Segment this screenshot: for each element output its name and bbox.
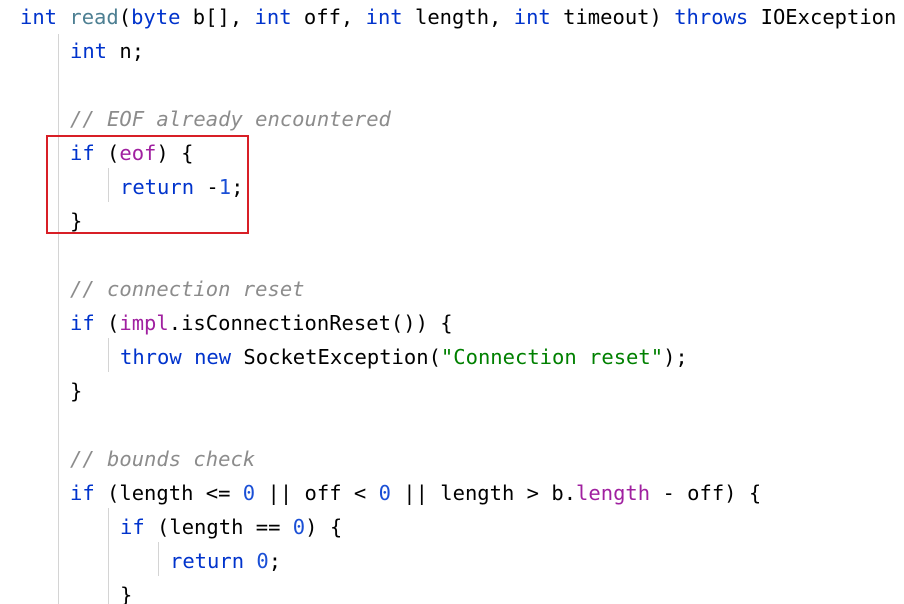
code-token: .isConnectionReset()) { (168, 311, 453, 335)
code-token: } (120, 583, 133, 604)
code-token: if (120, 515, 145, 539)
code-token: int (254, 5, 292, 29)
code-token: 0 (242, 481, 256, 505)
code-token: 0 (292, 515, 306, 539)
code-line[interactable]: if (eof) { (70, 136, 193, 170)
code-token: read (69, 5, 119, 29)
code-token: ( (94, 141, 120, 165)
code-token: (length == (144, 515, 293, 539)
code-line[interactable]: if (impl.isConnectionReset()) { (70, 306, 453, 340)
indent-guide (108, 338, 109, 372)
code-line[interactable]: throw new SocketException("Connection re… (120, 340, 688, 374)
code-token: off, (291, 5, 366, 29)
code-line[interactable]: if (length == 0) { (120, 510, 342, 544)
code-token: "Connection reset" (440, 345, 664, 369)
code-token: if (70, 481, 95, 505)
code-token: ; (231, 175, 244, 199)
code-token: ) { (156, 141, 194, 165)
code-token: length, (402, 5, 514, 29)
code-token: throw (120, 345, 182, 369)
code-token: byte (131, 5, 181, 29)
code-token: - off) { (650, 481, 762, 505)
code-line[interactable]: int read(byte b[], int off, int length, … (20, 0, 904, 34)
code-token: b[], (180, 5, 255, 29)
code-token: int (70, 39, 108, 63)
indent-guide (108, 508, 109, 604)
code-token: return (170, 549, 245, 573)
code-token: IOException { (748, 5, 904, 29)
code-line[interactable]: // connection reset (70, 272, 305, 306)
code-token: length (576, 481, 651, 505)
code-token: } (70, 209, 83, 233)
code-token: } (70, 379, 83, 403)
code-token: ; (268, 549, 282, 573)
indent-guide (108, 168, 109, 202)
code-token: 0 (256, 549, 269, 573)
code-token: n; (107, 39, 145, 63)
code-token: (length <= (94, 481, 243, 505)
code-token: impl (119, 311, 169, 335)
code-token: // bounds check (70, 447, 256, 471)
code-token: return (120, 175, 195, 199)
code-line[interactable]: return 0; (170, 544, 281, 578)
code-token: throws (674, 5, 749, 29)
code-line[interactable]: } (70, 374, 82, 408)
code-token: ); (663, 345, 688, 369)
code-token: int (513, 5, 551, 29)
code-token: eof (119, 141, 157, 165)
code-token: int (20, 5, 58, 29)
code-token: // connection reset (70, 277, 305, 301)
code-line[interactable]: // EOF already encountered (70, 102, 391, 136)
code-token: ) { (305, 515, 343, 539)
code-token: ( (94, 311, 120, 335)
code-token: || length > b. (390, 481, 577, 505)
code-line[interactable]: int n; (70, 34, 144, 68)
code-token: if (70, 311, 95, 335)
code-token: 1 (218, 175, 232, 199)
code-token: timeout) (550, 5, 675, 29)
code-token: new (194, 345, 232, 369)
code-token: || off < (255, 481, 379, 505)
code-token: ( (118, 5, 132, 29)
code-token: 0 (378, 481, 391, 505)
code-line[interactable]: if (length <= 0 || off < 0 || length > b… (70, 476, 761, 510)
code-token: if (70, 141, 95, 165)
code-line[interactable]: return -1; (120, 170, 243, 204)
code-line[interactable]: // bounds check (70, 442, 255, 476)
code-line[interactable]: } (120, 578, 132, 604)
code-token: // EOF already encountered (70, 107, 391, 131)
indent-guide (58, 34, 59, 604)
code-line[interactable]: } (70, 204, 82, 238)
code-editor-viewport[interactable]: int read(byte b[], int off, int length, … (0, 0, 904, 604)
code-token: SocketException( (231, 345, 441, 369)
code-token: int (365, 5, 403, 29)
code-token: - (194, 175, 219, 199)
indent-guide (158, 542, 159, 576)
